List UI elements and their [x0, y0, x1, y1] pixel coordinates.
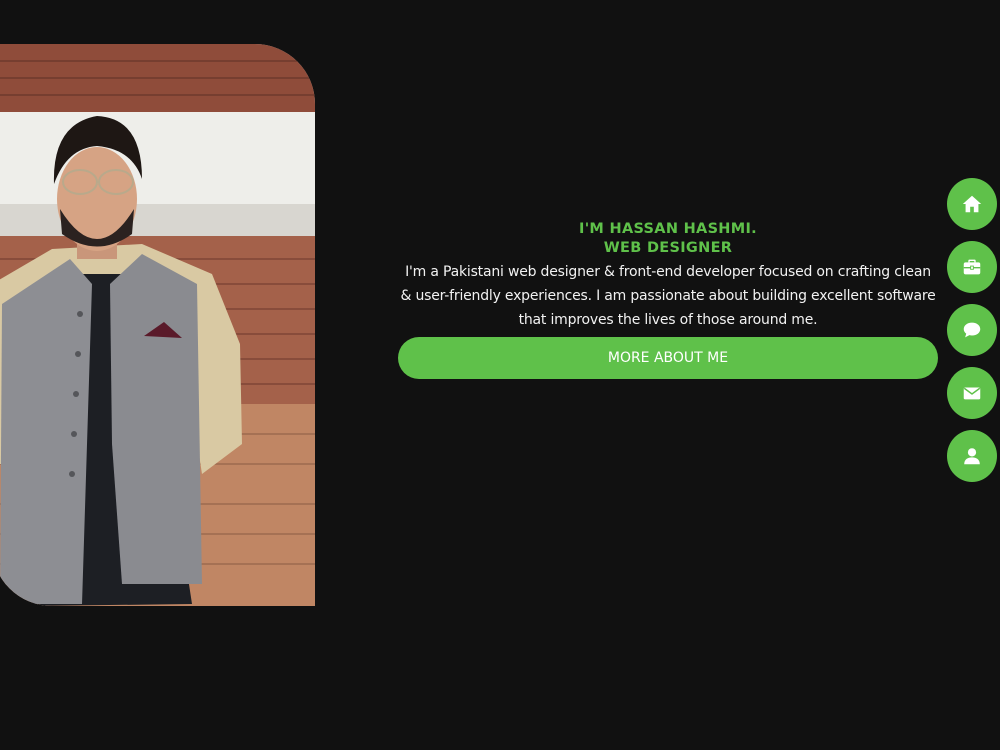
intro-name: I'M HASSAN HASHMI.	[579, 221, 757, 237]
more-about-me-button[interactable]: MORE ABOUT ME	[398, 337, 938, 379]
home-icon	[961, 193, 983, 215]
nav-contact-button[interactable]	[947, 367, 997, 419]
intro-bio: I'm a Pakistani web designer & front-end…	[400, 264, 936, 328]
intro-role: WEB DESIGNER	[603, 240, 733, 256]
profile-photo	[0, 44, 315, 606]
nav-portfolio-button[interactable]	[947, 241, 997, 293]
nav-home-button[interactable]	[947, 178, 997, 230]
nav-about-button[interactable]	[947, 430, 997, 482]
intro-section: I'M HASSAN HASHMI. WEB DESIGNER I'm a Pa…	[398, 220, 938, 379]
nav-chat-button[interactable]	[947, 304, 997, 356]
home-page: I'M HASSAN HASHMI. WEB DESIGNER I'm a Pa…	[0, 0, 1000, 750]
side-nav	[947, 178, 997, 493]
mail-icon	[961, 382, 983, 404]
chat-icon	[961, 319, 983, 341]
user-icon	[961, 445, 983, 467]
briefcase-icon	[961, 256, 983, 278]
